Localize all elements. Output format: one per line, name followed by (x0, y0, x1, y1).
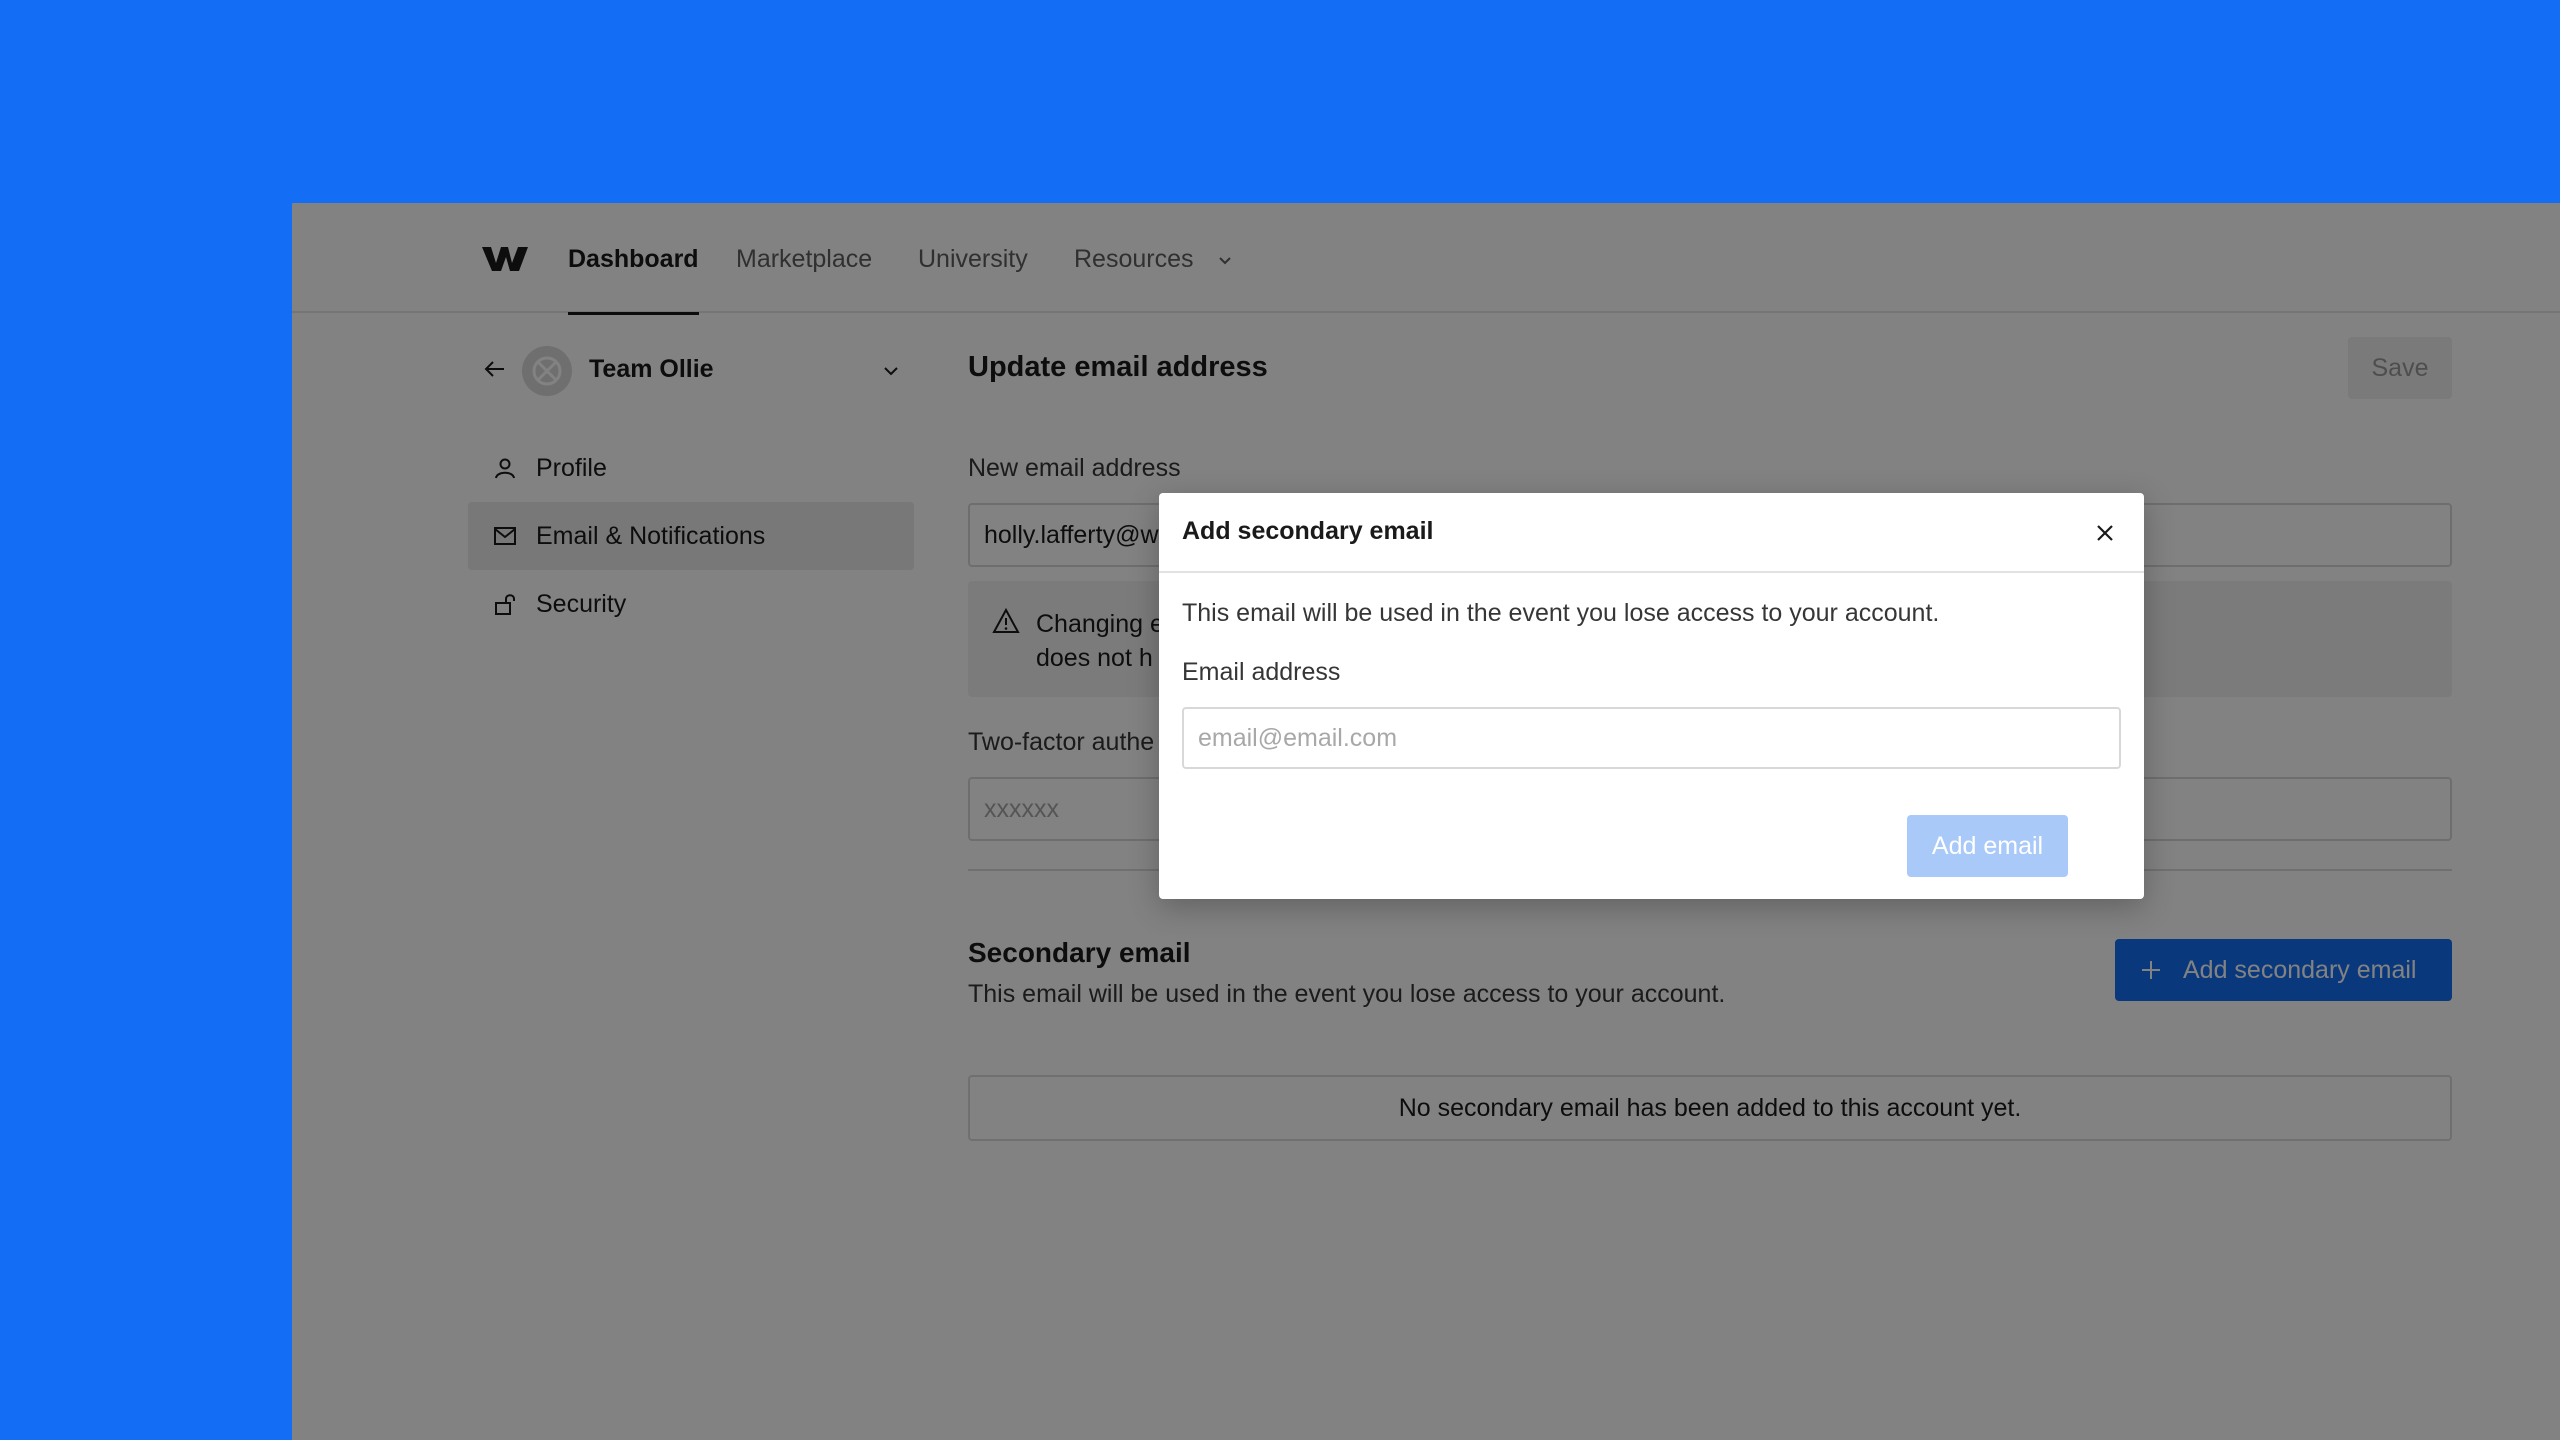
close-icon[interactable] (2093, 521, 2117, 545)
dialog-header: Add secondary email (1159, 493, 2144, 573)
dialog-title: Add secondary email (1182, 517, 1434, 545)
email-address-input[interactable]: email@email.com (1182, 707, 2121, 769)
add-secondary-email-dialog: Add secondary email This email will be u… (1159, 493, 2144, 899)
dialog-description: This email will be used in the event you… (1182, 599, 1940, 627)
add-email-button[interactable]: Add email (1907, 815, 2068, 877)
email-address-label: Email address (1182, 658, 1341, 686)
